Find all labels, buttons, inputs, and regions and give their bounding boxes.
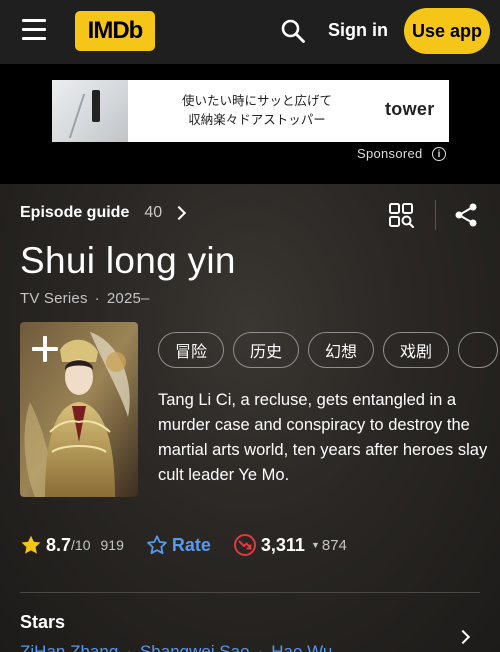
imdb-logo[interactable]: IMDb	[75, 11, 155, 51]
genre-chip-fantasy[interactable]: 幻想	[308, 332, 375, 368]
ad-brand: tower	[385, 99, 435, 119]
stars-list: ZiHan Zhang · Shangwei Sao · Hao Wu	[20, 642, 332, 652]
chevron-right-icon[interactable]	[455, 629, 471, 645]
section-divider	[20, 592, 480, 593]
add-to-watchlist-icon[interactable]	[32, 336, 58, 362]
genre-chip-history[interactable]: 历史	[233, 332, 300, 368]
top-navigation-bar: IMDb Sign in Use app	[0, 0, 500, 64]
title-type: TV Series	[20, 290, 88, 307]
episode-guide-link[interactable]: Episode guide 40	[20, 204, 187, 222]
rate-label: Rate	[171, 534, 211, 555]
genre-chip-drama[interactable]: 戏剧	[383, 332, 450, 368]
ad-banner[interactable]: 使いたい時にサッと広げて 収納楽々ドアストッパー tower	[52, 80, 449, 142]
genre-chips: 冒险 历史 幻想 戏剧	[158, 332, 500, 370]
episode-guide-label: Episode guide	[20, 204, 130, 221]
star-link[interactable]: ZiHan Zhang	[20, 642, 118, 652]
page-title: Shui long yin	[20, 240, 236, 281]
menu-icon[interactable]	[22, 19, 48, 43]
rating-scale: /10	[71, 537, 91, 553]
popularity-down-icon	[233, 534, 256, 556]
sponsored-label: Sponsored	[357, 146, 423, 161]
title-years: 2025–	[106, 290, 150, 307]
imdb-rating-score: 8.7	[46, 534, 72, 555]
search-icon[interactable]	[280, 18, 306, 44]
ad-line-2: 収納楽々ドアストッパー	[188, 113, 326, 127]
share-icon[interactable]	[453, 202, 479, 228]
popularity-change: ▼ 874	[310, 536, 347, 554]
ad-copy: 使いたい時にサッと広げて 収納楽々ドアストッパー	[162, 92, 352, 130]
title-hero: Episode guide 40 Shui long yin TV Series…	[0, 184, 500, 652]
info-icon[interactable]: i	[432, 147, 446, 161]
episode-count: 40	[144, 204, 163, 221]
stars-heading: Stars	[20, 612, 66, 632]
star-link[interactable]: Hao Wu	[271, 642, 332, 652]
poster-image[interactable]	[20, 322, 138, 497]
ad-product-image	[52, 80, 128, 142]
star-link[interactable]: Shangwei Sao	[140, 642, 250, 652]
genre-chip-more[interactable]	[458, 332, 499, 368]
popularity-rank: 3,311	[260, 534, 305, 555]
title-metadata: TV Series · 2025–	[20, 290, 150, 307]
popularity-meter[interactable]: 3,311 ▼ 874	[233, 533, 347, 557]
toolbar-divider	[435, 200, 436, 230]
sign-in-link[interactable]: Sign in	[328, 20, 388, 41]
use-app-button[interactable]: Use app	[404, 8, 490, 54]
view-all-grid-icon[interactable]	[388, 202, 414, 228]
rating-votes: 919	[100, 537, 124, 553]
plot-description: Tang Li Ci, a recluse, gets entangled in…	[158, 391, 488, 484]
rating-bar: 8.7 /10 919 Rate 3,311 ▼ 874	[20, 531, 490, 559]
ad-zone: 使いたい時にサッと広げて 収納楽々ドアストッパー tower Sponsored…	[0, 64, 500, 184]
chevron-right-icon	[172, 205, 187, 221]
ad-line-1: 使いたい時にサッと広げて	[181, 94, 332, 108]
genre-chip-adventure[interactable]: 冒险	[158, 332, 225, 368]
star-icon	[21, 535, 41, 554]
rate-button[interactable]: Rate	[146, 534, 211, 556]
star-outline-icon	[147, 535, 167, 555]
